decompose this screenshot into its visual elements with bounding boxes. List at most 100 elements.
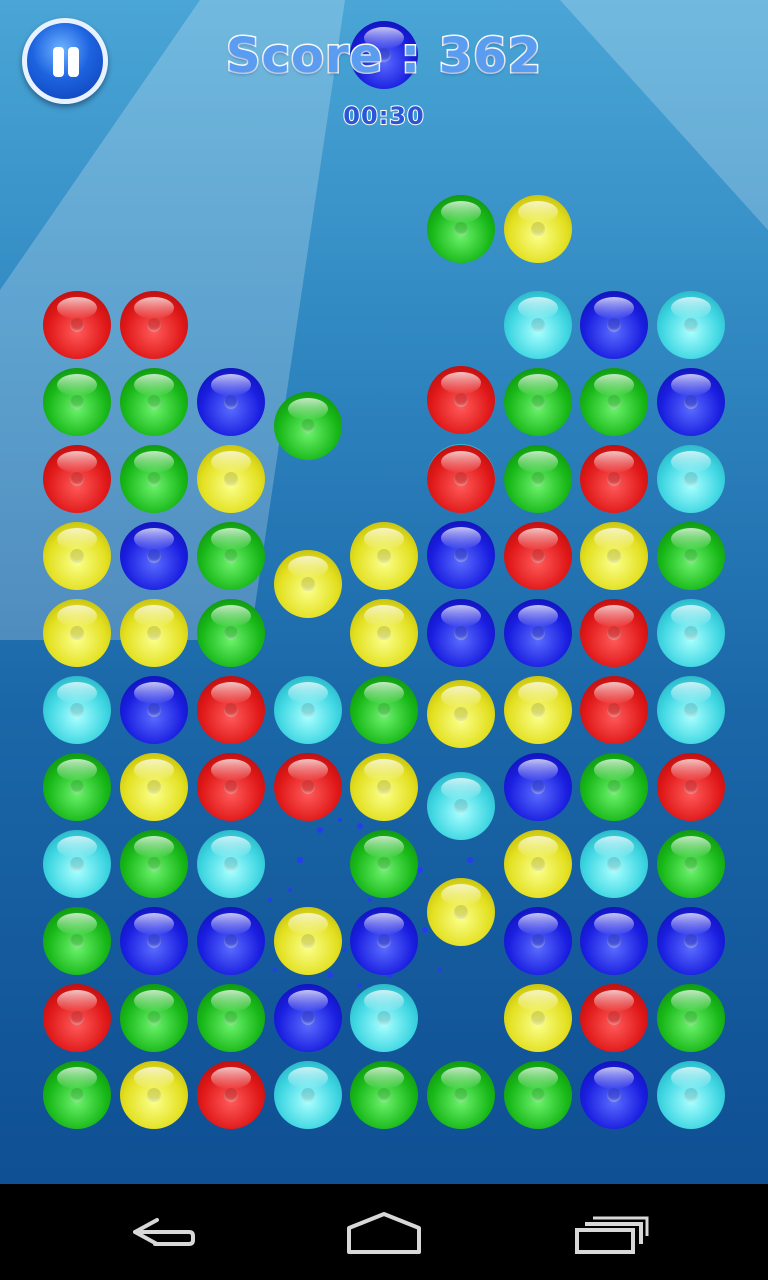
bubble-red[interactable] — [197, 753, 265, 821]
bubble-yellow[interactable] — [350, 599, 418, 667]
bubble-green[interactable] — [43, 1061, 111, 1129]
bubble-yellow[interactable] — [504, 984, 572, 1052]
bubble-blue[interactable] — [657, 907, 725, 975]
bubble-yellow[interactable] — [427, 878, 495, 946]
back-icon — [133, 1218, 195, 1246]
bubble-green[interactable] — [120, 445, 188, 513]
bubble-green[interactable] — [657, 522, 725, 590]
bubble-yellow[interactable] — [580, 522, 648, 590]
bubble-yellow[interactable] — [120, 599, 188, 667]
bubble-cyan[interactable] — [657, 445, 725, 513]
bubble-blue[interactable] — [350, 907, 418, 975]
bubble-green[interactable] — [504, 445, 572, 513]
bubble-red[interactable] — [580, 676, 648, 744]
bubble-green[interactable] — [120, 984, 188, 1052]
bubble-red[interactable] — [43, 984, 111, 1052]
bubble-cyan[interactable] — [43, 676, 111, 744]
bubble-yellow[interactable] — [350, 753, 418, 821]
bubble-blue[interactable] — [580, 291, 648, 359]
bubble-yellow[interactable] — [274, 907, 342, 975]
bubble-blue[interactable] — [120, 522, 188, 590]
bubble-red[interactable] — [120, 291, 188, 359]
bubble-cyan[interactable] — [657, 599, 725, 667]
bubble-green[interactable] — [350, 830, 418, 898]
bubble-green[interactable] — [120, 830, 188, 898]
bubble-red[interactable] — [43, 291, 111, 359]
bubble-green[interactable] — [120, 368, 188, 436]
bubble-yellow[interactable] — [43, 599, 111, 667]
bubble-cyan[interactable] — [427, 772, 495, 840]
bubble-yellow[interactable] — [504, 676, 572, 744]
bubble-blue[interactable] — [197, 368, 265, 436]
bubble-cyan[interactable] — [274, 676, 342, 744]
bubble-yellow[interactable] — [120, 753, 188, 821]
bubble-red[interactable] — [274, 753, 342, 821]
navigation-bar — [0, 1184, 768, 1280]
bubble-green[interactable] — [197, 599, 265, 667]
bubble-red[interactable] — [197, 1061, 265, 1129]
bubble-yellow[interactable] — [43, 522, 111, 590]
bubble-blue[interactable] — [504, 599, 572, 667]
bubble-red[interactable] — [504, 522, 572, 590]
bubble-green[interactable] — [657, 984, 725, 1052]
bubble-green[interactable] — [580, 753, 648, 821]
bubble-cyan[interactable] — [350, 984, 418, 1052]
bubble-yellow[interactable] — [427, 680, 495, 748]
bubble-blue[interactable] — [120, 907, 188, 975]
bubble-cyan[interactable] — [43, 830, 111, 898]
bubble-blue[interactable] — [427, 599, 495, 667]
bubble-blue[interactable] — [427, 521, 495, 589]
bubble-red[interactable] — [43, 445, 111, 513]
bubble-green[interactable] — [657, 830, 725, 898]
bubble-yellow[interactable] — [197, 445, 265, 513]
bubble-green[interactable] — [197, 984, 265, 1052]
score-label: Score : 362 — [224, 27, 543, 86]
bubble-green[interactable] — [43, 753, 111, 821]
bubble-yellow[interactable] — [120, 1061, 188, 1129]
bubble-blue[interactable] — [580, 1061, 648, 1129]
bubble-cyan[interactable] — [657, 676, 725, 744]
game-area: Score : 362 00:30 — [0, 0, 768, 1184]
bubble-green[interactable] — [350, 1061, 418, 1129]
bubble-blue[interactable] — [657, 368, 725, 436]
bubble-blue[interactable] — [504, 907, 572, 975]
falling-bubble-yellow[interactable] — [504, 195, 572, 263]
bubble-green[interactable] — [350, 676, 418, 744]
bubble-red[interactable] — [580, 984, 648, 1052]
bubble-cyan[interactable] — [197, 830, 265, 898]
bubble-green[interactable] — [580, 368, 648, 436]
bubble-blue[interactable] — [120, 676, 188, 744]
bubble-green[interactable] — [427, 1061, 495, 1129]
timer: 00:30 — [342, 101, 425, 131]
bubble-cyan[interactable] — [657, 291, 725, 359]
bubble-red[interactable] — [580, 445, 648, 513]
bubble-green[interactable] — [504, 368, 572, 436]
recent-apps-button[interactable] — [555, 1184, 665, 1280]
home-icon — [347, 1212, 421, 1254]
bubble-red[interactable] — [657, 753, 725, 821]
bubble-cyan[interactable] — [274, 1061, 342, 1129]
bubble-green[interactable] — [43, 907, 111, 975]
bubble-blue[interactable] — [580, 907, 648, 975]
bubble-yellow[interactable] — [504, 830, 572, 898]
bubble-yellow[interactable] — [274, 550, 342, 618]
falling-bubble-green[interactable] — [427, 195, 495, 263]
bubble-green[interactable] — [43, 368, 111, 436]
bubble-blue[interactable] — [504, 753, 572, 821]
bubble-cyan[interactable] — [504, 291, 572, 359]
bubble-yellow[interactable] — [350, 522, 418, 590]
bubble-blue[interactable] — [274, 984, 342, 1052]
bubble-green[interactable] — [274, 392, 342, 460]
back-button[interactable] — [105, 1184, 215, 1280]
bubble-red[interactable] — [580, 599, 648, 667]
bubble-red[interactable] — [427, 366, 495, 434]
bubble-red[interactable] — [197, 676, 265, 744]
bubble-green[interactable] — [197, 522, 265, 590]
bubble-cyan[interactable] — [657, 1061, 725, 1129]
bubble-blue[interactable] — [197, 907, 265, 975]
home-button[interactable] — [329, 1184, 439, 1280]
bubble-green[interactable] — [504, 1061, 572, 1129]
bubble-cyan[interactable] — [580, 830, 648, 898]
bubble-red[interactable] — [427, 445, 495, 513]
recent-apps-icon — [575, 1216, 649, 1254]
